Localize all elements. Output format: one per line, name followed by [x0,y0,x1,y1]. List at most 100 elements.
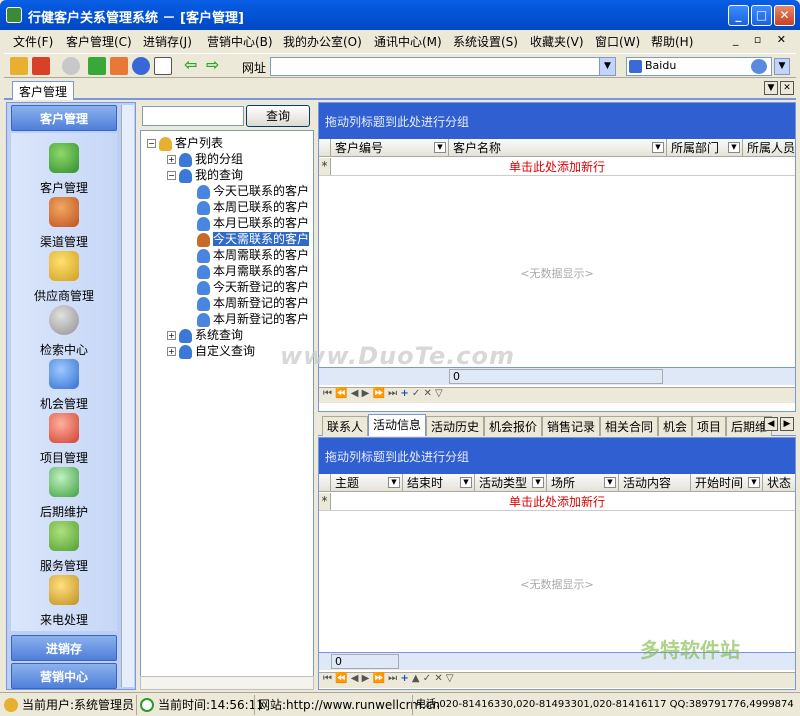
grid-navigator[interactable]: ⏮ ⏪ ◀ ▶ ⏩ ⏭ + ✓ ✕ ▽ [319,387,795,403]
nav-item-project[interactable]: 项目管理 [11,413,117,466]
grid-navigator[interactable]: ⏮ ⏪ ◀ ▶ ⏩ ⏭ + ▲ ✓ ✕ ▽ [319,672,795,688]
tab-contacts[interactable]: 联系人 [322,416,369,436]
tab-sales-records[interactable]: 销售记录 [542,416,601,436]
nav-item-supplier[interactable]: 供应商管理 [11,251,117,304]
tree-system-query[interactable]: + 系统查询 [167,327,243,343]
tree-query-item[interactable]: 本月需联系的客户 [197,263,309,279]
back-arrow-icon[interactable]: ⇦ [184,57,202,75]
add-new-row[interactable]: * 单击此处添加新行 [319,158,795,176]
service-icon [49,521,79,551]
col-end-time[interactable]: 结束时 ▼ [403,474,475,492]
refresh-icon[interactable] [88,57,106,75]
col-customer-id[interactable]: 客户编号 ▼ [331,139,449,157]
search-engine-input[interactable]: Baidu [626,57,772,76]
tab-scroll-left[interactable]: ◀ [764,417,778,431]
tree-query-item[interactable]: 本月已联系的客户 [197,215,309,231]
tree-query-item[interactable]: 本周已联系的客户 [197,199,309,215]
empty-message: <无数据显示> [520,267,594,280]
nav-item-opportunity[interactable]: 机会管理 [11,359,117,412]
tree-query-item[interactable]: 今天新登记的客户 [197,279,309,295]
col-status[interactable]: 状态 [763,474,795,492]
nav-item-maintenance[interactable]: 后期维护 [11,467,117,520]
tree-query-item[interactable]: 本月新登记的客户 [197,311,309,327]
status-bar: 当前用户:系统管理员 当前时间:14:56:11 网站:http://www.r… [0,692,800,716]
query-button[interactable]: 查询 [246,105,310,127]
nav-header-customer[interactable]: 客户管理 [11,105,117,131]
nav-item-service[interactable]: 服务管理 [11,521,117,574]
col-location[interactable]: 场所 ▼ [547,474,619,492]
tab-list-button[interactable]: ▼ [764,81,778,95]
menu-customer[interactable]: 客户管理(C) [66,33,132,50]
col-subject[interactable]: 主题 ▼ [331,474,403,492]
menu-help[interactable]: 帮助(H) [651,33,693,50]
add-new-row[interactable]: * 单击此处添加新行 [319,493,795,511]
tree-my-groups[interactable]: + 我的分组 [167,151,243,167]
tree-horizontal-scrollbar[interactable] [140,676,314,690]
tree-query-item[interactable]: 本周新登记的客户 [197,295,309,311]
tree-root[interactable]: − 客户列表 [147,135,223,151]
search-icon[interactable] [62,57,80,75]
group-by-area[interactable]: 拖动列标题到此处进行分组 [319,103,795,139]
window-icon[interactable] [154,57,172,75]
forward-arrow-icon[interactable]: ⇨ [206,57,224,75]
tab-close-button[interactable]: ✕ [780,81,794,95]
menu-inventory[interactable]: 进销存(J) [143,33,192,50]
nav-item-call[interactable]: 来电处理 [11,575,117,628]
user-icon [197,280,210,295]
user-icon [179,344,192,359]
chevron-down-icon: ▼ [748,477,760,488]
menu-comm[interactable]: 通讯中心(M) [374,33,442,50]
mdi-controls[interactable]: _ ▫ ✕ [733,33,792,46]
tab-contracts[interactable]: 相关合同 [600,416,659,436]
supplier-icon [49,251,79,281]
key-icon[interactable] [10,57,28,75]
project-icon [49,413,79,443]
tree-query-item[interactable]: 本周需联系的客户 [197,247,309,263]
tab-quotes[interactable]: 机会报价 [484,416,543,436]
tab-customer-management[interactable]: 客户管理 [12,81,75,100]
col-activity-content[interactable]: 活动内容 [619,474,691,492]
tab-activity-history[interactable]: 活动历史 [426,416,485,436]
tree-custom-query[interactable]: + 自定义查询 [167,343,255,359]
tab-opportunity[interactable]: 机会 [658,416,693,436]
user-icon [179,328,192,343]
people-icon [49,143,79,173]
menu-settings[interactable]: 系统设置(S) [453,33,518,50]
nav-scrollbar[interactable] [121,105,134,687]
col-owner[interactable]: 所属人员 [743,139,795,157]
nav-header-inventory[interactable]: 进销存 [11,635,117,661]
chart-icon [49,359,79,389]
search-dropdown[interactable]: ▼ [774,58,790,75]
title-bar: 行健客户关系管理系统 － [客户管理] _ □ ✕ [0,0,800,30]
menu-window[interactable]: 窗口(W) [595,33,640,50]
tab-project[interactable]: 项目 [692,416,727,436]
address-input[interactable]: ▼ [270,57,616,76]
nav-item-customer[interactable]: 客户管理 [11,143,117,196]
chevron-down-icon[interactable]: ▼ [599,58,615,75]
menu-favorites[interactable]: 收藏夹(V) [530,33,584,50]
col-activity-type[interactable]: 活动类型 ▼ [475,474,547,492]
maximize-button[interactable]: □ [751,5,772,26]
minimize-button[interactable]: _ [728,5,749,26]
col-start-time[interactable]: 开始时间 ▼ [691,474,763,492]
help-icon[interactable] [132,57,150,75]
home-icon[interactable] [110,57,128,75]
magnifier-icon[interactable] [751,59,767,74]
menu-file[interactable]: 文件(F) [13,33,53,50]
tree-my-queries[interactable]: − 我的查询 [167,167,243,183]
tab-scroll-right[interactable]: ▶ [780,417,794,431]
tree-query-item[interactable]: 今天已联系的客户 [197,183,309,199]
tree-search-input[interactable] [142,106,244,126]
nav-header-marketing[interactable]: 营销中心 [11,663,117,689]
menu-office[interactable]: 我的办公室(O) [283,33,362,50]
close-button[interactable]: ✕ [774,5,795,26]
nav-item-channel[interactable]: 渠道管理 [11,197,117,250]
stop-icon[interactable] [32,57,50,75]
col-department[interactable]: 所属部门 ▼ [667,139,743,157]
menu-marketing[interactable]: 营销中心(B) [207,33,273,50]
tab-activity-info[interactable]: 活动信息 [368,414,427,436]
col-customer-name[interactable]: 客户名称 ▼ [449,139,667,157]
group-by-area[interactable]: 拖动列标题到此处进行分组 [319,438,795,474]
tree-query-item-selected[interactable]: 今天需联系的客户 [197,231,310,247]
nav-item-search-center[interactable]: 检索中心 [11,305,117,358]
